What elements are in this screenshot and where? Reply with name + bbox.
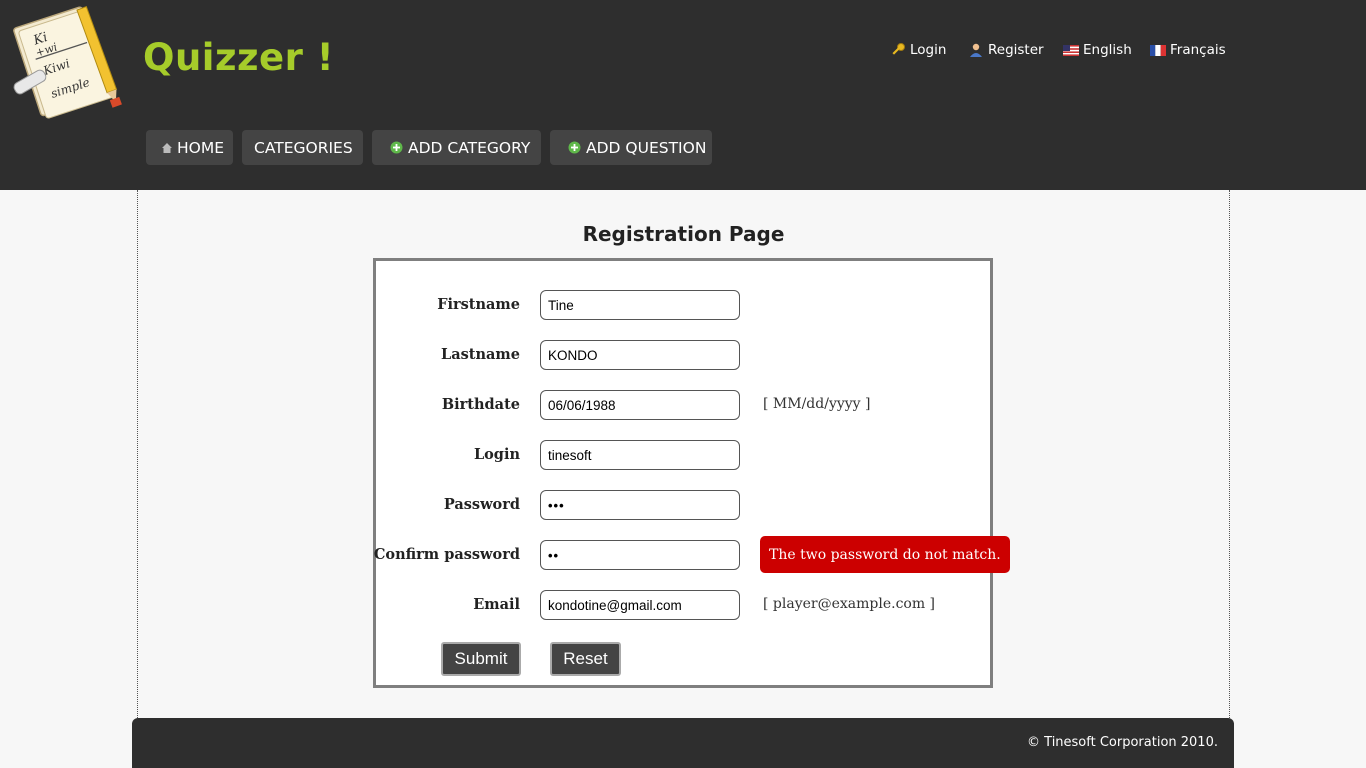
nav-add-category[interactable]: ADD CATEGORY bbox=[372, 130, 541, 165]
page-title: Registration Page bbox=[582, 222, 785, 246]
house-icon bbox=[162, 142, 172, 153]
email-row: Email kondotine@gmail.com [ player@examp… bbox=[376, 590, 990, 620]
plus-circle-icon bbox=[568, 141, 581, 154]
english-link[interactable]: English bbox=[1063, 42, 1132, 58]
confirm-password-input[interactable]: •• bbox=[540, 540, 740, 570]
nav-home[interactable]: HOME bbox=[146, 130, 233, 165]
password-input[interactable]: ••• bbox=[540, 490, 740, 520]
copyright-text: © Tinesoft Corporation 2010. bbox=[1027, 735, 1218, 750]
firstname-input[interactable]: Tine bbox=[540, 290, 740, 320]
firstname-row: Firstname Tine bbox=[376, 290, 990, 320]
login-link[interactable]: Login bbox=[890, 42, 946, 58]
us-flag-icon bbox=[1063, 42, 1079, 58]
register-link[interactable]: Register bbox=[968, 42, 1044, 58]
registration-form: Firstname Tine Lastname KONDO Birthdate … bbox=[373, 258, 1010, 688]
nav-add-question-label: ADD QUESTION bbox=[586, 138, 707, 157]
birthdate-label: Birthdate bbox=[441, 396, 520, 413]
french-link-label: Français bbox=[1170, 42, 1226, 58]
reset-button[interactable]: Reset bbox=[550, 642, 621, 676]
firstname-label: Firstname bbox=[437, 296, 520, 313]
fr-flag-icon bbox=[1150, 42, 1166, 58]
login-label: Login bbox=[473, 446, 520, 463]
password-label: Password bbox=[443, 496, 520, 513]
nav-categories-label: CATEGORIES bbox=[254, 138, 353, 157]
email-label: Email bbox=[473, 596, 520, 613]
birthdate-input[interactable]: 06/06/1988 bbox=[540, 390, 740, 420]
site-footer: © Tinesoft Corporation 2010. bbox=[132, 718, 1234, 768]
user-icon bbox=[968, 42, 984, 58]
site-title[interactable]: Quizzer ! bbox=[143, 36, 334, 79]
birthdate-format-hint: [ MM/dd/yyyy ] bbox=[763, 396, 871, 412]
lastname-row: Lastname KONDO bbox=[376, 340, 990, 370]
birthdate-row: Birthdate 06/06/1988 [ MM/dd/yyyy ] bbox=[376, 390, 990, 420]
english-link-label: English bbox=[1083, 42, 1132, 58]
login-input[interactable]: tinesoft bbox=[540, 440, 740, 470]
plus-circle-icon bbox=[390, 141, 403, 154]
site-header: Ki +wi Kiwi simple Quizzer ! Login Regis… bbox=[0, 0, 1366, 190]
nav-categories[interactable]: CATEGORIES bbox=[242, 130, 363, 165]
notepad-pencil-logo[interactable]: Ki +wi Kiwi simple bbox=[8, 2, 124, 122]
email-format-hint: [ player@example.com ] bbox=[763, 596, 936, 612]
password-mismatch-error: The two password do not match. bbox=[760, 536, 1010, 573]
confirm-password-row: Confirm password •• The two password do … bbox=[373, 536, 1010, 573]
lastname-input[interactable]: KONDO bbox=[540, 340, 740, 370]
password-row: Password ••• bbox=[376, 490, 990, 520]
login-row: Login tinesoft bbox=[376, 440, 990, 470]
nav-home-label: HOME bbox=[177, 138, 225, 157]
nav-add-category-label: ADD CATEGORY bbox=[408, 138, 531, 157]
lastname-label: Lastname bbox=[441, 346, 520, 363]
confirm-password-label: Confirm password bbox=[373, 546, 520, 563]
nav-add-question[interactable]: ADD QUESTION bbox=[550, 130, 712, 165]
submit-button[interactable]: Submit bbox=[441, 642, 521, 676]
email-input[interactable]: kondotine@gmail.com bbox=[540, 590, 740, 620]
key-icon bbox=[890, 42, 906, 58]
register-link-label: Register bbox=[988, 42, 1044, 58]
french-link[interactable]: Français bbox=[1150, 42, 1226, 58]
login-link-label: Login bbox=[910, 42, 947, 58]
